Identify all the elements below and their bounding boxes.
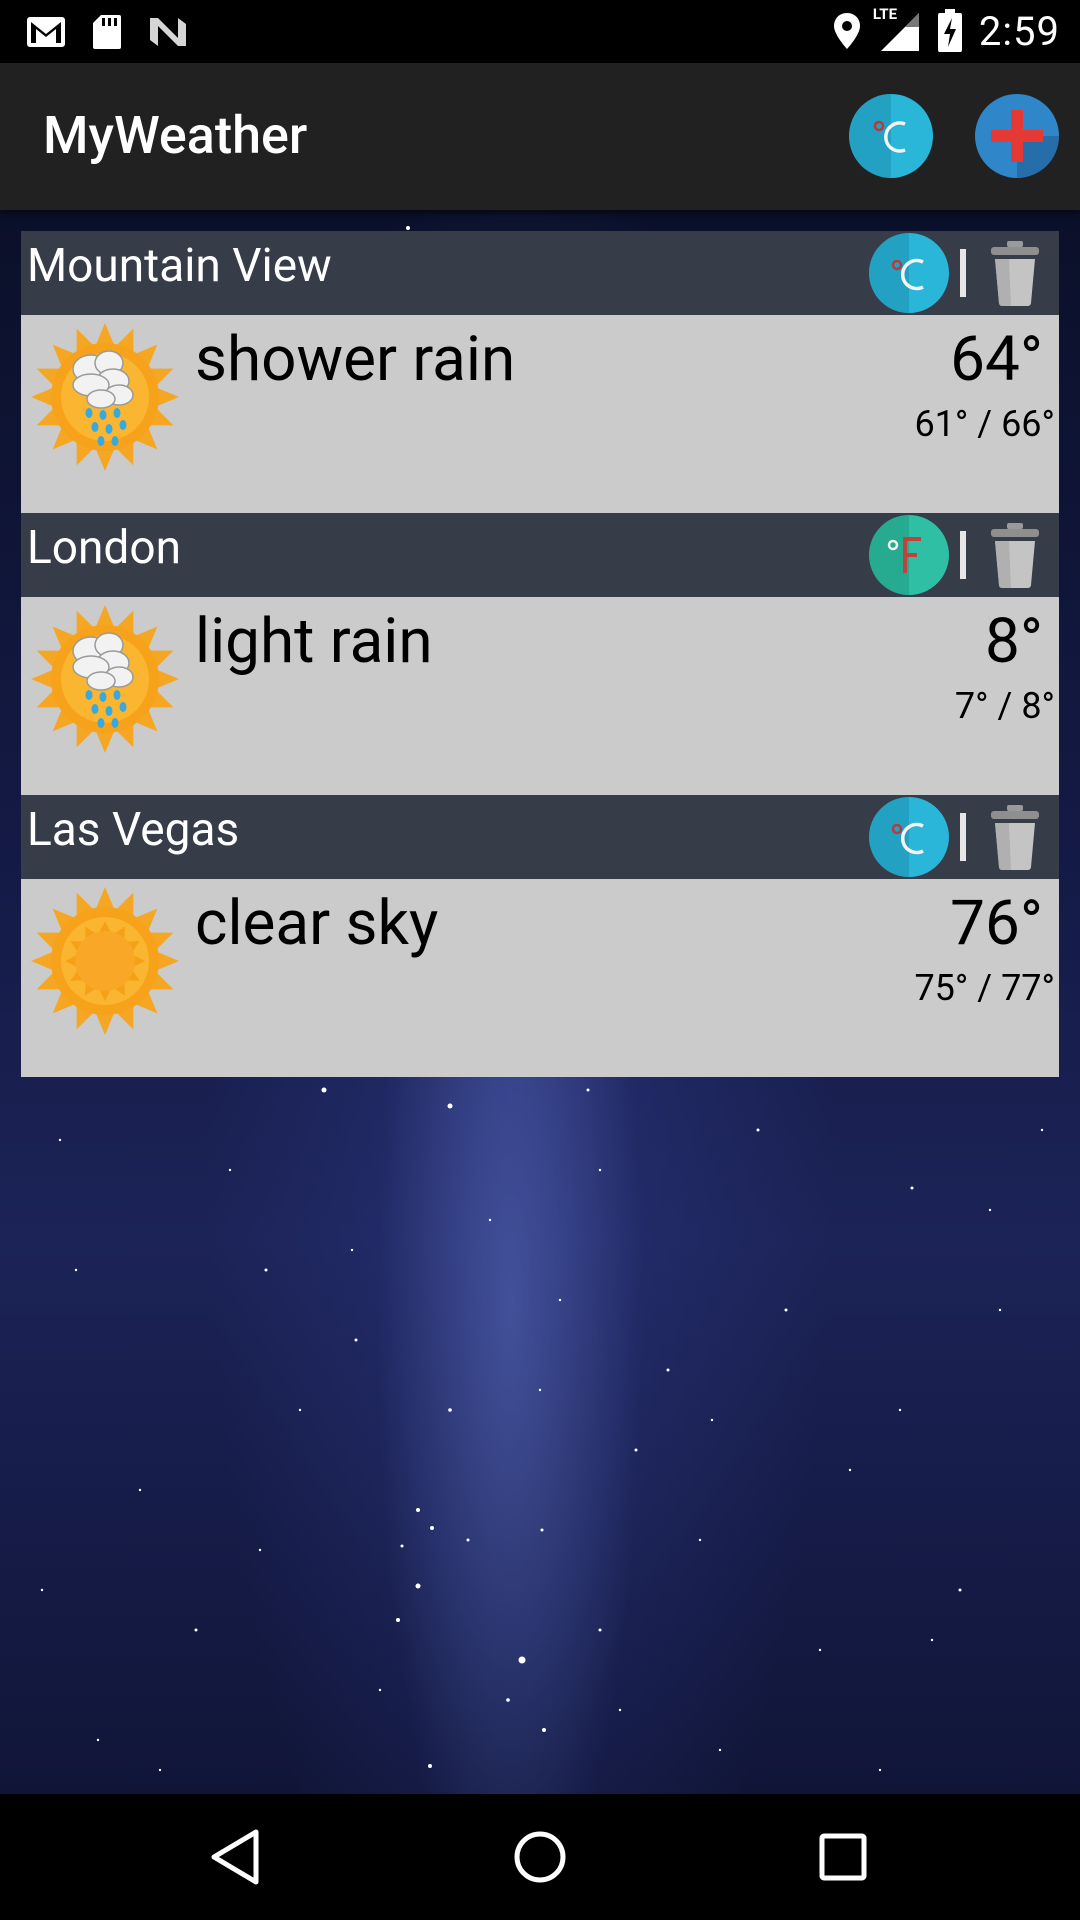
city-card-header: Mountain View [21,231,1059,315]
n-icon [150,18,186,46]
sun-shower-rain-icon [31,323,179,471]
header-divider [960,249,966,297]
city-name: Las Vegas [27,803,240,857]
city-card-london[interactable]: London light rain 8° 7° / 8° [21,513,1059,795]
back-icon[interactable] [200,1820,274,1894]
city-card-las-vegas[interactable]: Las Vegas clear sky 76° 75° / 77° [21,795,1059,1077]
trash-icon[interactable] [989,803,1041,871]
city-name: Mountain View [27,239,332,293]
home-icon[interactable] [503,1820,577,1894]
recents-icon[interactable] [806,1820,880,1894]
city-card-mountain-view[interactable]: Mountain View shower rain 64° 61° / 66° [21,231,1059,513]
temperature-range: 7° / 8° [954,685,1055,727]
weather-description: shower rain [195,323,516,396]
celsius-icon [873,120,906,153]
sun-light-rain-icon [31,605,179,753]
weather-description: clear sky [195,887,439,960]
city-name: London [27,521,181,575]
temperature-range: 61° / 66° [914,403,1055,445]
unit-toggle-button[interactable] [869,797,949,877]
trash-icon[interactable] [989,521,1041,589]
sd-card-icon [93,15,121,49]
current-temperature: 64° [950,323,1043,396]
gmail-icon [27,17,65,47]
weather-description: light rain [195,605,433,678]
screen: LTE 2:59 MyWeather Mountain View shower … [0,0,1080,1920]
trash-icon[interactable] [989,239,1041,307]
location-icon [833,13,860,49]
status-time: 2:59 [978,7,1060,55]
sun-clear-sky-icon [31,887,179,1035]
signal-icon: LTE [873,5,921,53]
current-temperature: 8° [984,605,1043,678]
unit-toggle-button[interactable] [869,233,949,313]
status-bar: LTE 2:59 [0,0,1080,63]
battery-charging-icon [937,9,962,52]
navigation-bar [0,1794,1080,1920]
header-divider [960,813,966,861]
app-bar: MyWeather [0,63,1080,210]
add-city-button[interactable] [975,94,1059,178]
city-card-body: clear sky 76° 75° / 77° [21,879,1059,1077]
plus-icon [991,110,1043,162]
unit-toggle-button[interactable] [869,515,949,595]
city-card-header: Las Vegas [21,795,1059,879]
city-card-body: shower rain 64° 61° / 66° [21,315,1059,513]
city-card-body: light rain 8° 7° / 8° [21,597,1059,795]
app-title: MyWeather [43,105,308,166]
city-card-header: London [21,513,1059,597]
global-unit-toggle-button[interactable] [849,94,933,178]
current-temperature: 76° [950,887,1043,960]
header-divider [960,531,966,579]
temperature-range: 75° / 77° [914,967,1055,1009]
